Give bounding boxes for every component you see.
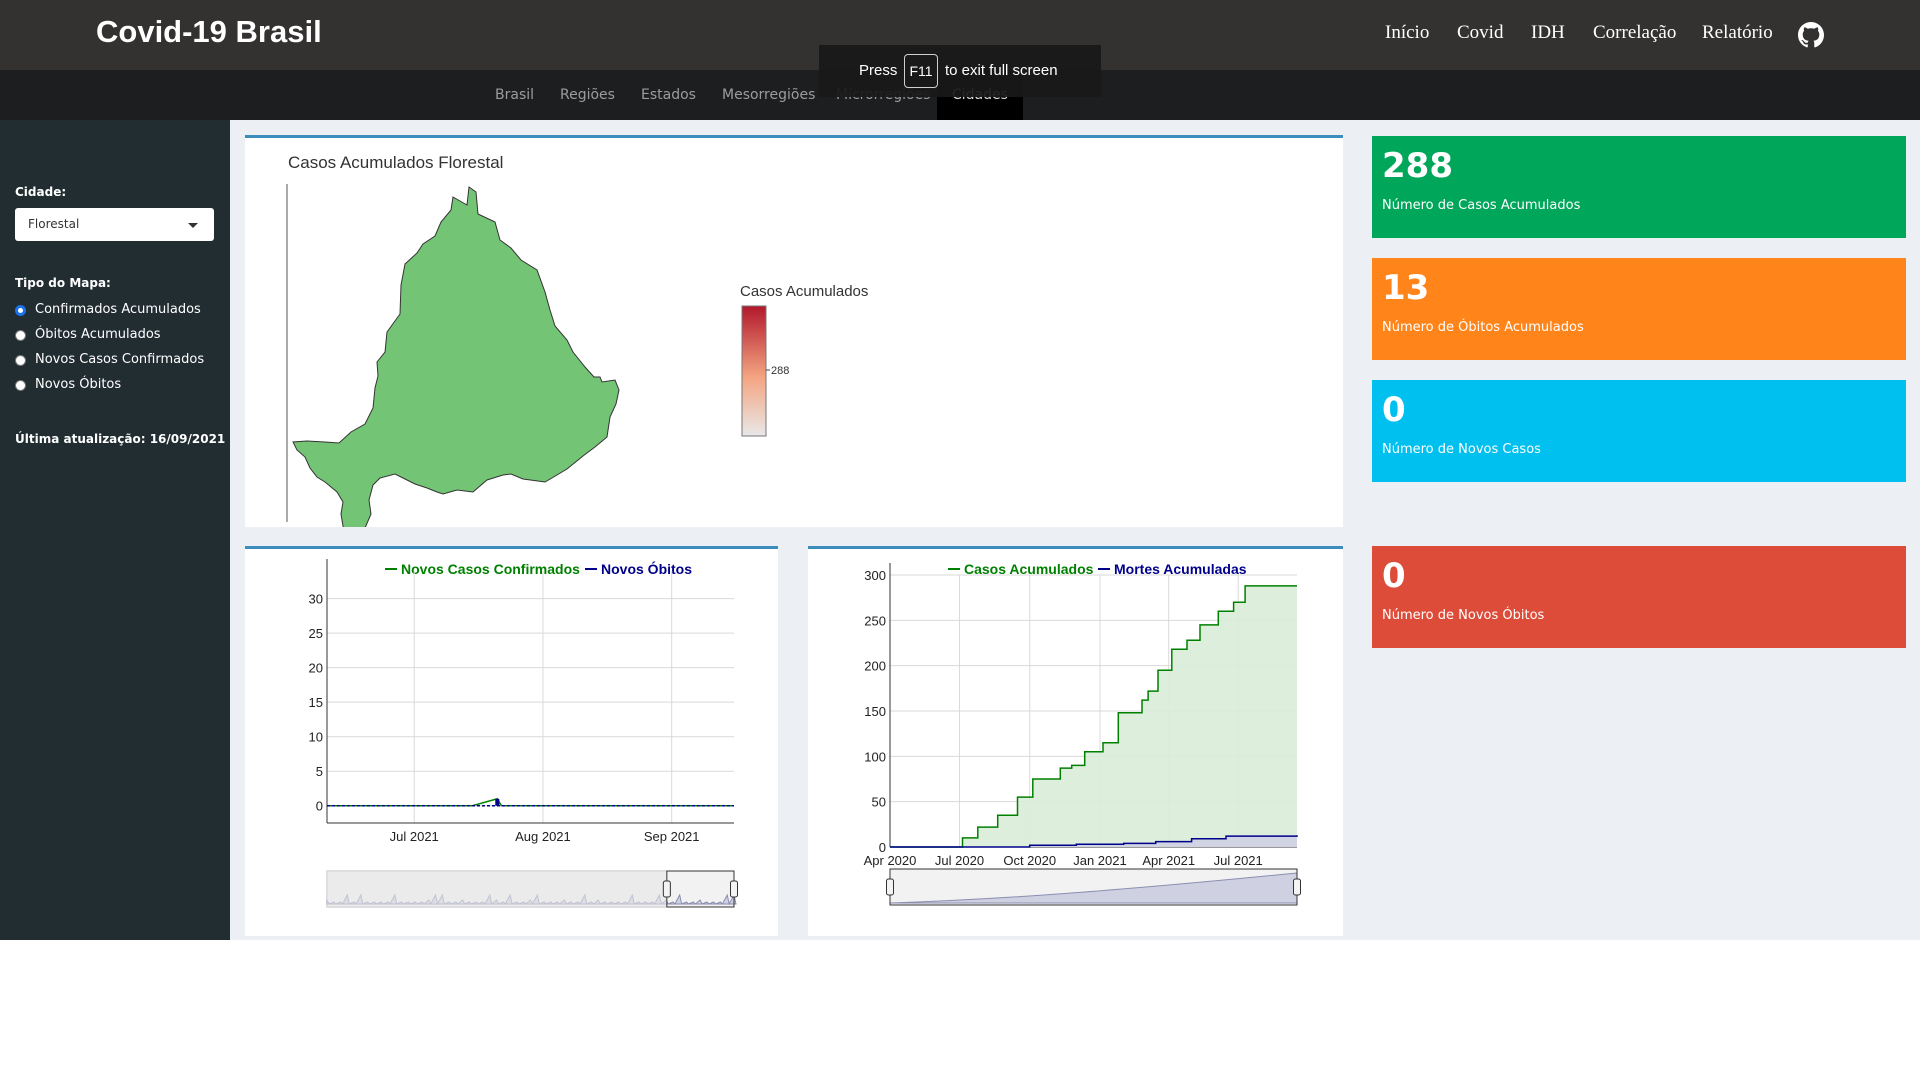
range-slider-left-handle[interactable] [662, 880, 671, 898]
sidebar: Cidade: Florestal Tipo do Mapa: Confirma… [0, 120, 230, 940]
chart-novos-casos-obitos[interactable]: Novos Casos Confirmados Novos Óbitos 0 5 1… [245, 549, 778, 936]
tab-mesorregioes[interactable]: Mesorregiões [722, 70, 815, 120]
map-color-scale [741, 305, 767, 437]
value-box-number: 13 [1382, 268, 1430, 308]
nav-idh[interactable]: IDH [1531, 22, 1565, 44]
chart-box-novos: Novos Casos Confirmados Novos Óbitos 0 5 1… [245, 546, 778, 936]
radio-dot[interactable] [15, 355, 26, 366]
y-tick-label: 150 [864, 704, 886, 719]
chevron-down-icon [188, 223, 198, 228]
x-tick-label: Jan 2021 [1073, 853, 1127, 868]
value-box-label: Número de Novos Casos [1382, 442, 1541, 457]
fullscreen-notice: Press F11 to exit full screen [819, 45, 1101, 97]
y-tick-label: 0 [316, 799, 323, 814]
chart-casos-mortes-acumuladas[interactable]: Casos Acumulados Mortes Acumuladas 05010… [808, 549, 1343, 936]
tab-brasil[interactable]: Brasil [495, 70, 534, 120]
radio-label: Óbitos Acumulados [35, 327, 161, 342]
value-box-label: Número de Óbitos Acumulados [1382, 320, 1584, 335]
y-tick-label: 300 [864, 568, 886, 583]
y-tick-label: 25 [309, 626, 323, 641]
radio-dot[interactable] [15, 380, 26, 391]
y-tick-label: 100 [864, 749, 886, 764]
range-slider-mask [327, 871, 667, 907]
y-tick-label: 50 [872, 795, 886, 810]
radio-dot[interactable] [15, 305, 26, 316]
value-box-label: Número de Novos Óbitos [1382, 608, 1545, 623]
legend-label-novos-casos[interactable]: Novos Casos Confirmados [401, 561, 580, 577]
radio-dot[interactable] [15, 330, 26, 341]
y-tick-label: 250 [864, 613, 886, 628]
map-box: Casos Acumulados Florestal Casos Acumula… [245, 135, 1343, 550]
y-tick-label: 30 [309, 592, 323, 607]
value-box-novos-casos: 0 Número de Novos Casos [1372, 380, 1906, 482]
value-box-label: Número de Casos Acumulados [1382, 198, 1581, 213]
x-tick-label: Aug 2021 [515, 829, 571, 844]
series-area-0 [890, 585, 1297, 847]
range-slider-right-handle[interactable] [730, 880, 738, 898]
value-box-obitos-acumulados: 13 Número de Óbitos Acumulados [1372, 258, 1906, 360]
y-tick-label: 15 [309, 695, 323, 710]
x-tick-label: Apr 2021 [1142, 853, 1195, 868]
f11-key: F11 [904, 54, 938, 88]
x-tick-label: Jul 2020 [935, 853, 984, 868]
nav-correlacao[interactable]: Correlação [1593, 22, 1676, 44]
nav-inicio[interactable]: Início [1385, 22, 1429, 44]
y-tick-label: 20 [309, 661, 323, 676]
series-line-0[interactable] [327, 797, 734, 807]
tab-regioes[interactable]: Regiões [560, 70, 615, 120]
y-tick-label: 5 [316, 764, 323, 779]
x-tick-label: Sep 2021 [644, 829, 700, 844]
x-tick-label: Jul 2021 [390, 829, 439, 844]
x-tick-label: Jul 2021 [1214, 853, 1263, 868]
tab-estados[interactable]: Estados [641, 70, 696, 120]
x-tick-label: Apr 2020 [864, 853, 917, 868]
y-tick-label: 10 [309, 730, 323, 745]
range-slider-right-handle[interactable] [1293, 878, 1301, 896]
fullscreen-notice-suffix: to exit full screen [945, 62, 1058, 79]
city-label: Cidade: [15, 185, 67, 199]
map-legend-title: Casos Acumulados [740, 283, 868, 300]
last-update: Última atualização: 16/09/2021 [15, 432, 226, 446]
legend-label-novos-obitos[interactable]: Novos Óbitos [601, 560, 692, 577]
city-select-value: Florestal [28, 217, 80, 231]
radio-label: Novos Óbitos [35, 377, 122, 392]
value-box-number: 288 [1382, 146, 1453, 186]
fullscreen-notice-prefix: Press [859, 62, 898, 79]
y-tick-label: 200 [864, 659, 886, 674]
nav-relatorio[interactable]: Relatório [1702, 22, 1773, 44]
data-bar[interactable] [495, 798, 500, 806]
value-box-number: 0 [1382, 556, 1406, 596]
chart-legend[interactable]: Novos Casos Confirmados Novos Óbitos [385, 560, 692, 577]
chart-box-acumulados: Casos Acumulados Mortes Acumuladas 0 50 10… [808, 546, 1343, 936]
map-color-scale-label: 288 [771, 365, 789, 377]
x-tick-label: Oct 2020 [1003, 853, 1056, 868]
radio-label: Novos Casos Confirmados [35, 352, 205, 367]
github-icon[interactable] [1798, 22, 1824, 48]
city-select[interactable]: Florestal [15, 208, 214, 241]
nav-covid[interactable]: Covid [1457, 22, 1503, 44]
radio-label: Confirmados Acumulados [35, 302, 201, 317]
value-box-casos-acumulados: 288 Número de Casos Acumulados [1372, 136, 1906, 238]
brand-title[interactable]: Covid-19 Brasil [96, 14, 322, 50]
city-region[interactable] [292, 186, 620, 550]
range-slider-left-handle[interactable] [886, 878, 894, 896]
map-title: Casos Acumulados Florestal [288, 153, 503, 172]
value-box-novos-obitos: 0 Número de Novos Óbitos [1372, 546, 1906, 648]
map-type-label: Tipo do Mapa: [15, 276, 111, 290]
map-plot[interactable]: Casos Acumulados Florestal Casos Acumula… [245, 138, 1343, 550]
value-box-number: 0 [1382, 390, 1406, 430]
